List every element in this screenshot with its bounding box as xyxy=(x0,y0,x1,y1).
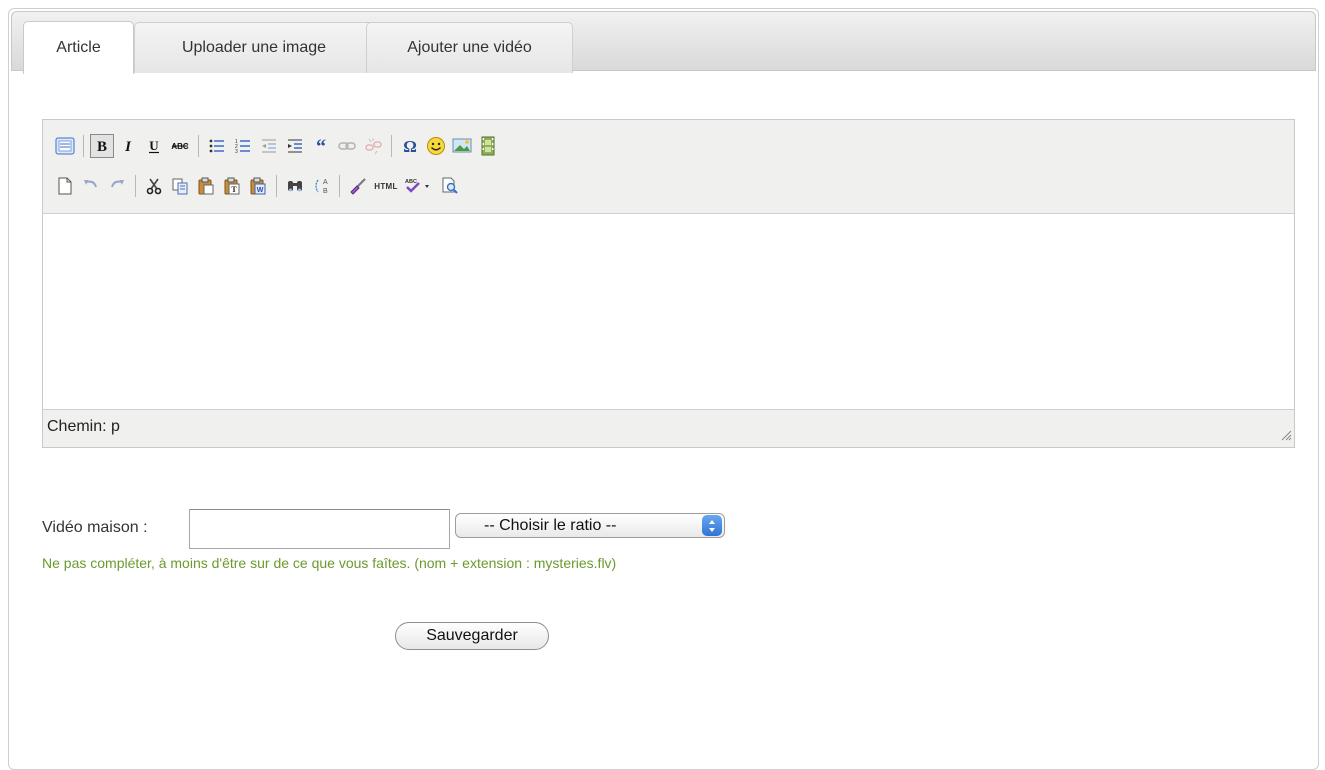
video-label: Vidéo maison : xyxy=(42,519,148,536)
tab-bar: Article Uploader une image Ajouter une v… xyxy=(11,11,1316,74)
svg-text:T: T xyxy=(231,185,237,194)
emoticon-icon[interactable] xyxy=(424,134,448,158)
svg-text:I: I xyxy=(124,139,132,154)
element-path: Chemin: p xyxy=(47,418,120,435)
image-icon[interactable] xyxy=(450,134,474,158)
toolbar-separator xyxy=(135,175,136,197)
italic-icon[interactable]: I xyxy=(116,134,140,158)
media-icon[interactable] xyxy=(476,134,500,158)
find-icon[interactable] xyxy=(283,174,307,198)
replace-icon[interactable]: AB xyxy=(309,174,333,198)
svg-text:3: 3 xyxy=(235,149,238,154)
spellcheck-icon[interactable]: ABC xyxy=(402,174,436,198)
outdent-icon[interactable] xyxy=(257,134,281,158)
strikethrough-icon[interactable]: ABC xyxy=(168,134,192,158)
bullet-list-icon[interactable] xyxy=(205,134,229,158)
numbered-list-icon[interactable]: 123 xyxy=(231,134,255,158)
editor-toolbar: B I U ABC 123 “ Ω T W A B HTML ABC xyxy=(43,120,1294,214)
svg-text:ABC: ABC xyxy=(405,179,417,185)
svg-text:Ω: Ω xyxy=(403,137,417,155)
special-char-icon[interactable]: Ω xyxy=(398,134,422,158)
editor-content-area[interactable] xyxy=(43,214,1294,410)
toolbar-row-1: B I U ABC 123 “ Ω xyxy=(53,133,502,159)
unlink-icon[interactable] xyxy=(361,134,385,158)
paste-icon[interactable] xyxy=(194,174,218,198)
toolbar-separator xyxy=(391,135,392,157)
select-arrows-icon xyxy=(702,515,722,536)
svg-text:B: B xyxy=(97,139,107,154)
rich-text-editor: B I U ABC 123 “ Ω T W A B HTML ABC Chemi… xyxy=(42,119,1295,448)
new-document-icon[interactable] xyxy=(53,174,77,198)
toolbar-separator xyxy=(198,135,199,157)
blockquote-icon[interactable]: “ xyxy=(309,134,333,158)
html-source-label: HTML xyxy=(374,181,398,191)
undo-icon[interactable] xyxy=(79,174,103,198)
cleanup-icon[interactable] xyxy=(346,174,370,198)
ratio-select[interactable]: -- Choisir le ratio -- xyxy=(455,513,725,538)
tab-add-video[interactable]: Ajouter une vidéo xyxy=(366,22,573,73)
svg-text:“: “ xyxy=(316,138,326,154)
video-hint: Ne pas compléter, à moins d'être sur de … xyxy=(42,555,617,571)
svg-text:U: U xyxy=(149,138,159,153)
tab-article[interactable]: Article xyxy=(23,21,134,74)
svg-text:B: B xyxy=(323,188,328,195)
indent-icon[interactable] xyxy=(283,134,307,158)
paste-text-icon[interactable]: T xyxy=(220,174,244,198)
cut-icon[interactable] xyxy=(142,174,166,198)
editor-status-bar: Chemin: p xyxy=(43,409,1294,447)
toggle-html-icon[interactable] xyxy=(53,134,77,158)
html-source-icon[interactable]: HTML xyxy=(372,174,400,198)
bold-icon[interactable]: B xyxy=(90,134,114,158)
underline-icon[interactable]: U xyxy=(142,134,166,158)
preview-icon[interactable] xyxy=(438,174,462,198)
tab-upload-image[interactable]: Uploader une image xyxy=(134,22,374,73)
copy-icon[interactable] xyxy=(168,174,192,198)
toolbar-separator xyxy=(83,135,84,157)
paste-word-icon[interactable]: W xyxy=(246,174,270,198)
svg-text:W: W xyxy=(257,187,264,194)
save-button[interactable]: Sauvegarder xyxy=(395,622,549,650)
ratio-selected-value: -- Choisir le ratio -- xyxy=(484,516,617,534)
toolbar-row-2: T W AB HTML ABC xyxy=(53,173,464,199)
redo-icon[interactable] xyxy=(105,174,129,198)
video-filename-input[interactable] xyxy=(189,509,450,549)
link-icon[interactable] xyxy=(335,134,359,158)
toolbar-separator xyxy=(339,175,340,197)
svg-text:A: A xyxy=(323,179,328,186)
toolbar-separator xyxy=(276,175,277,197)
resize-handle-icon[interactable] xyxy=(1280,428,1292,445)
